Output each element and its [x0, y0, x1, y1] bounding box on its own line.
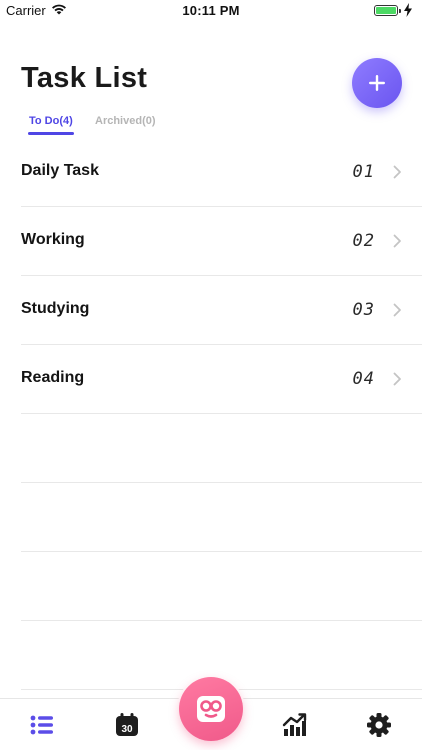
- active-tab-indicator: [28, 132, 74, 135]
- task-number: 04: [352, 369, 375, 389]
- nav-calendar[interactable]: 30: [97, 699, 157, 750]
- plus-icon: [369, 75, 385, 91]
- chevron-right-icon: [393, 372, 401, 386]
- task-label: Reading: [21, 369, 85, 386]
- chevron-right-icon: [393, 303, 401, 317]
- status-time: 10:11 PM: [182, 3, 240, 18]
- gear-icon: [367, 713, 391, 737]
- chevron-right-icon: [393, 165, 401, 179]
- nav-statistics[interactable]: [265, 699, 325, 750]
- empty-row: [21, 414, 422, 483]
- empty-row: [21, 483, 422, 552]
- task-row[interactable]: Reading 04: [21, 345, 422, 414]
- task-number: 02: [352, 231, 375, 251]
- chart-icon: [282, 713, 307, 736]
- task-number: 01: [352, 162, 375, 182]
- task-row[interactable]: Daily Task 01: [21, 138, 422, 207]
- status-bar: Carrier 10:11 PM: [0, 0, 422, 22]
- task-label: Daily Task: [21, 162, 99, 179]
- list-icon: [30, 715, 53, 735]
- chevron-right-icon: [393, 234, 401, 248]
- nav-task-list[interactable]: [12, 699, 72, 750]
- task-row[interactable]: Studying 03: [21, 276, 422, 345]
- calendar-icon: 30: [116, 713, 138, 736]
- nav-settings[interactable]: [349, 699, 409, 750]
- center-button-face: [179, 677, 243, 741]
- tab-archived-label: Archived(0): [95, 115, 156, 127]
- tab-todo[interactable]: To Do(4): [28, 115, 74, 135]
- page-title: Task List: [21, 62, 148, 94]
- empty-row: [21, 552, 422, 621]
- calendar-day: 30: [121, 724, 133, 735]
- task-list: Daily Task 01 Working 02 Studying 03 Rea…: [21, 138, 422, 690]
- task-label: Studying: [21, 300, 90, 317]
- battery-icon: [374, 5, 401, 16]
- task-number: 03: [352, 300, 375, 320]
- tab-archived[interactable]: Archived(0): [95, 115, 156, 127]
- robot-face-icon: [197, 696, 225, 722]
- center-robot-button[interactable]: [177, 675, 245, 743]
- task-label: Working: [21, 231, 85, 248]
- task-row[interactable]: Working 02: [21, 207, 422, 276]
- add-task-button[interactable]: [352, 58, 402, 108]
- charging-bolt-icon: [404, 3, 412, 17]
- tab-todo-label: To Do(4): [29, 115, 73, 127]
